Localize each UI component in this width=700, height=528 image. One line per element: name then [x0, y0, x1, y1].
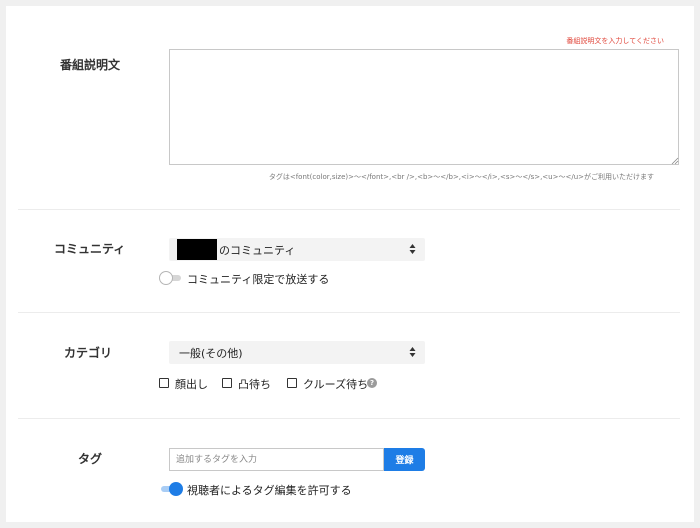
redacted-community-name	[177, 239, 217, 260]
totsu-wait-checkbox[interactable]	[222, 378, 232, 388]
select-arrows-icon	[409, 244, 416, 254]
face-reveal-label: 顔出し	[175, 378, 208, 391]
description-label: 番組説明文	[60, 58, 121, 72]
community-section: コミュニティ のコミュニティ コミュニティ限定で放送する	[18, 209, 680, 313]
category-label: カテゴリ	[64, 346, 113, 360]
category-select-value: 一般(その他)	[179, 347, 243, 360]
category-section: カテゴリ 一般(その他) 顔出し 凸待ち クルーズ待ち ?	[18, 312, 680, 419]
community-select[interactable]: のコミュニティ	[169, 238, 425, 261]
community-label: コミュニティ	[54, 242, 126, 256]
totsu-wait-label: 凸待ち	[238, 378, 271, 391]
toggle-knob	[159, 271, 173, 285]
category-select[interactable]: 一般(その他)	[169, 341, 425, 364]
description-section: 番組説明文 番組説明文を入力してください タグは<font(color,size…	[18, 6, 680, 210]
toggle-knob	[169, 482, 183, 496]
allow-viewer-tag-edit-label: 視聴者によるタグ編集を許可する	[187, 484, 352, 497]
community-only-label: コミュニティ限定で放送する	[187, 273, 330, 286]
community-select-value: のコミュニティ	[219, 244, 296, 257]
description-textarea[interactable]	[169, 49, 679, 165]
community-only-toggle[interactable]	[159, 271, 183, 285]
tag-section: タグ 登録 視聴者によるタグ編集を許可する	[18, 418, 680, 522]
face-reveal-checkbox[interactable]	[159, 378, 169, 388]
allow-viewer-tag-edit-toggle[interactable]	[159, 482, 183, 496]
tag-input[interactable]	[169, 448, 384, 471]
help-icon[interactable]: ?	[367, 378, 377, 388]
select-arrows-icon	[409, 347, 416, 357]
cruise-wait-label: クルーズ待ち	[303, 378, 369, 391]
description-tag-hint: タグは<font(color,size)>～</font>,<br />,<b>…	[268, 173, 654, 181]
description-error-message: 番組説明文を入力してください	[566, 37, 664, 45]
program-settings-card: 番組説明文 番組説明文を入力してください タグは<font(color,size…	[6, 6, 694, 522]
cruise-wait-checkbox[interactable]	[287, 378, 297, 388]
tag-label: タグ	[78, 452, 103, 466]
register-tag-button[interactable]: 登録	[384, 448, 425, 471]
